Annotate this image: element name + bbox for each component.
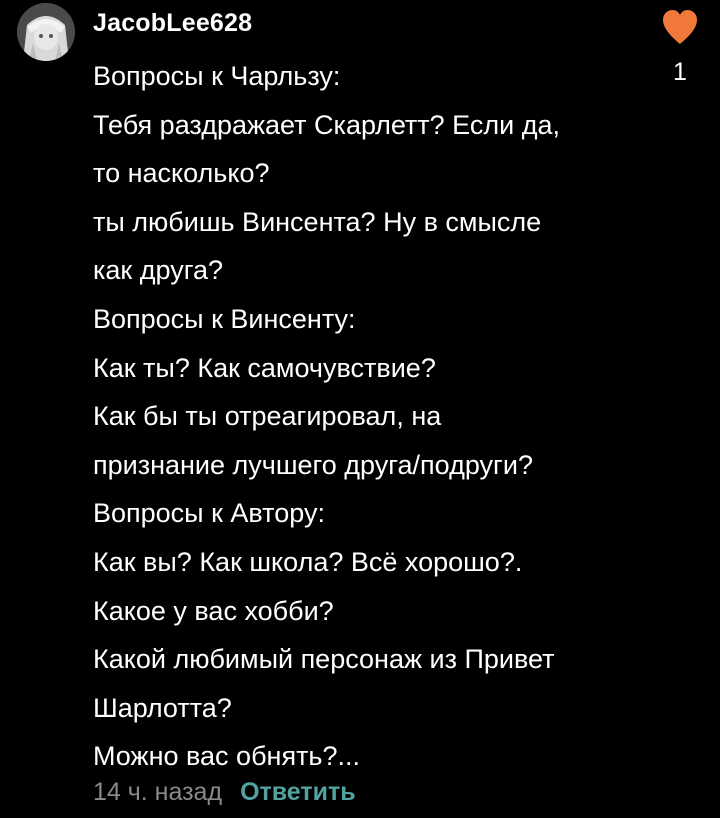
avatar-image — [17, 3, 75, 61]
username[interactable]: JacobLee628 — [93, 7, 252, 39]
comment-line: ты любишь Винсента? Ну в смысле — [93, 206, 542, 237]
comment-line: Шарлотта? — [93, 692, 232, 723]
comment-footer: 14 ч. назад Ответить — [93, 770, 356, 814]
comment-line: Какое у вас хобби? — [93, 595, 334, 626]
comment: JacobLee628 Вопросы к Чарльзу: Тебя разд… — [0, 0, 720, 818]
comment-line: Как вы? Как школа? Всё хорошо?. — [93, 546, 523, 577]
like-count: 1 — [673, 58, 687, 86]
avatar[interactable] — [17, 3, 75, 61]
comment-line: Вопросы к Чарльзу: — [93, 61, 341, 91]
comment-line: признание лучшего друга/подруги? — [93, 449, 534, 480]
comment-line: Как бы ты отреагировал, на — [93, 401, 442, 432]
like-button[interactable] — [660, 8, 700, 46]
heart-icon — [663, 10, 697, 44]
comment-line: Вопросы к Автору: — [93, 498, 325, 529]
comment-line: как друга? — [93, 255, 223, 286]
comment-line: Тебя раздражает Скарлетт? Если да, — [93, 109, 561, 140]
comment-line: Вопросы к Винсенту: — [93, 303, 356, 334]
reply-button[interactable]: Ответить — [240, 778, 356, 807]
comment-line: Какой любимый персонаж из Привет — [93, 644, 555, 675]
comment-line: то насколько? — [93, 158, 270, 189]
comment-body: Вопросы к Чарльзу: Тебя раздражает Скарл… — [93, 52, 653, 781]
comment-line: Как ты? Как самочувствие? — [93, 352, 436, 383]
timestamp: 14 ч. назад — [93, 777, 223, 806]
